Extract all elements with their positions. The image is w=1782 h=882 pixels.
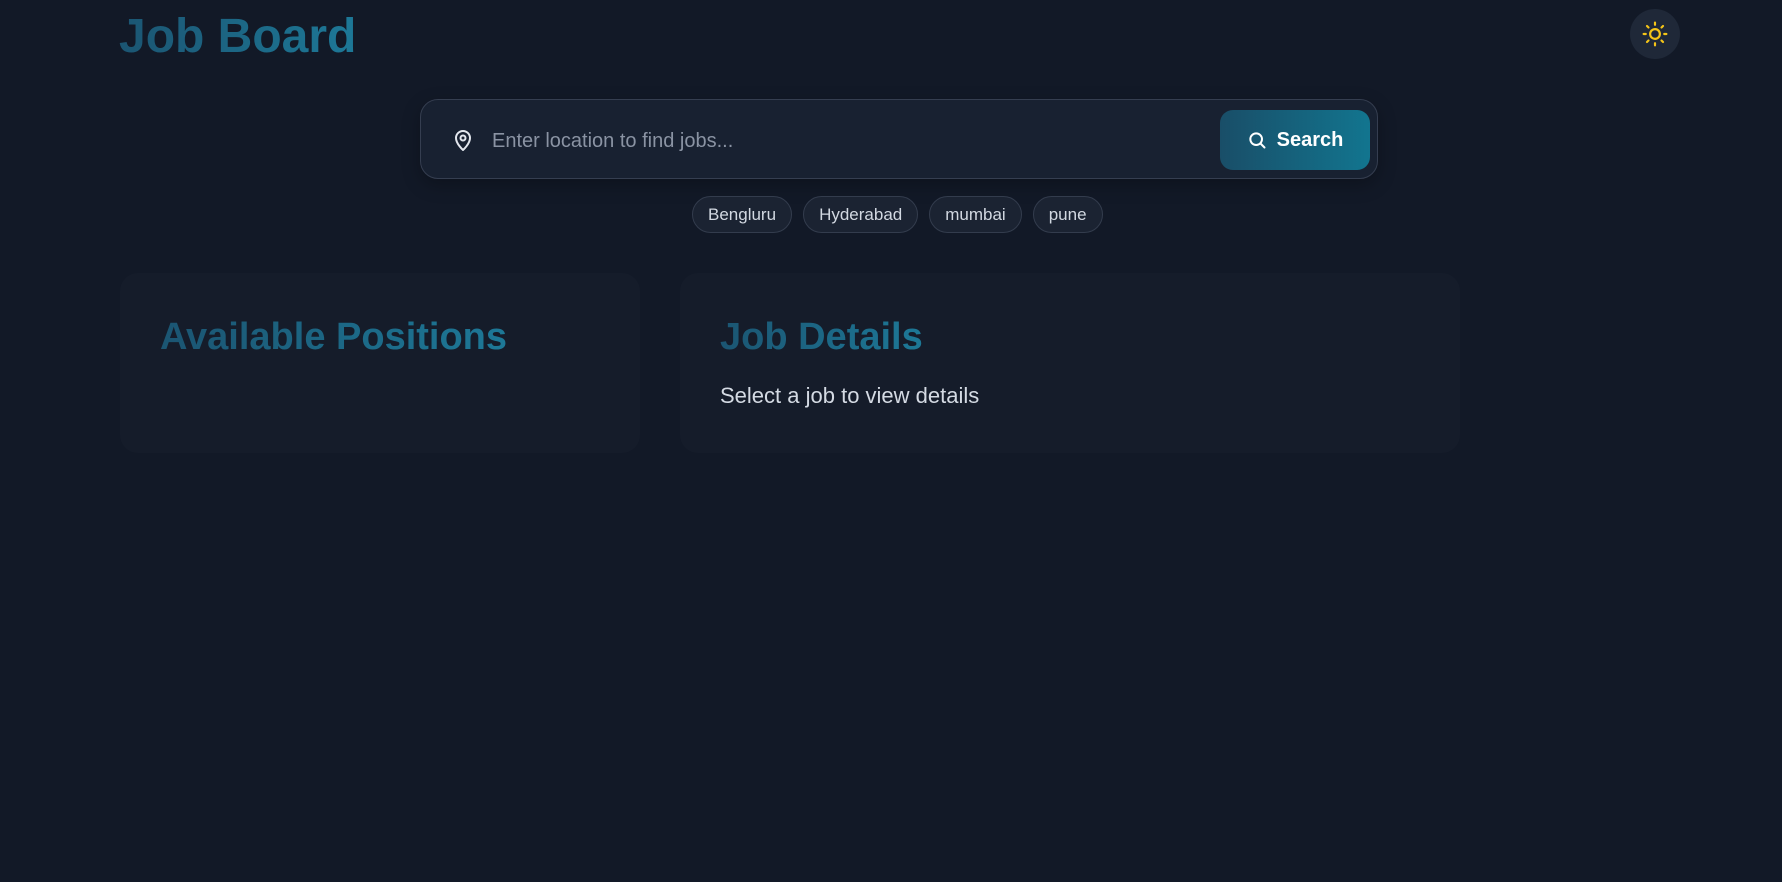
location-chip-bengluru[interactable]: Bengluru — [692, 196, 793, 233]
job-details-empty-text: Select a job to view details — [720, 383, 980, 408]
available-positions-heading: Available Positions — [160, 313, 507, 361]
theme-toggle-button[interactable] — [1630, 9, 1680, 59]
page: Job Board Search Bengluru — [0, 0, 1782, 882]
job-details-panel: Job Details Select a job to view details — [680, 273, 1460, 453]
location-chip-hyderabad[interactable]: Hyderabad — [803, 196, 919, 233]
map-pin-icon — [455, 130, 471, 151]
search-button-label: Search — [1276, 128, 1344, 151]
quick-location-list: Bengluru Hyderabad mumbai pune — [692, 196, 1103, 233]
location-chip-pune[interactable]: pune — [1032, 196, 1103, 233]
location-search-input[interactable] — [490, 120, 1214, 162]
job-details-heading: Job Details — [720, 313, 923, 361]
search-button[interactable]: Search — [1220, 110, 1370, 170]
location-chip-mumbai[interactable]: mumbai — [929, 196, 1022, 233]
sun-icon — [1642, 21, 1668, 47]
search-bar: Search — [420, 99, 1378, 179]
search-icon — [1248, 132, 1266, 149]
app-title: Job Board — [119, 6, 356, 68]
available-positions-panel: Available Positions — [120, 273, 640, 453]
